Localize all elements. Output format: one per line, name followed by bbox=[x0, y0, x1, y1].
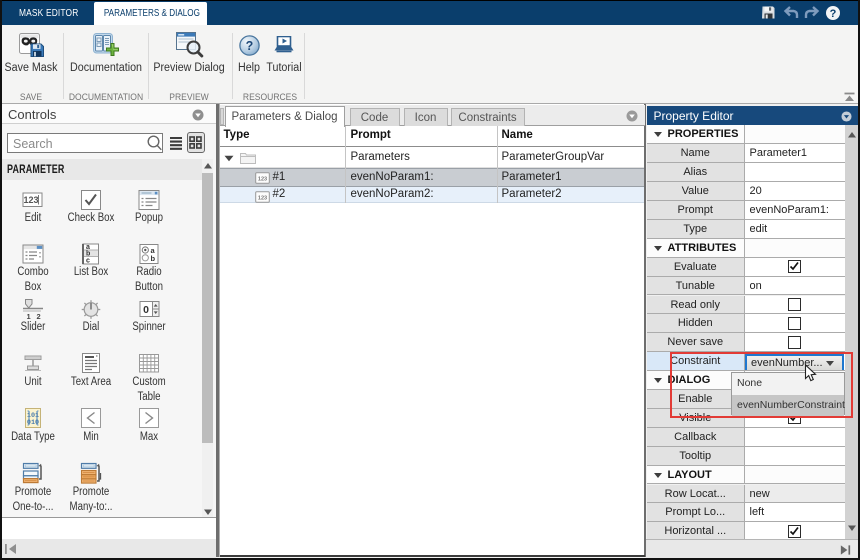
svg-text:c: c bbox=[86, 257, 90, 264]
svg-text:123: 123 bbox=[257, 195, 266, 201]
svg-text:123: 123 bbox=[257, 177, 266, 183]
svg-text:?: ? bbox=[829, 8, 836, 20]
svg-text:b: b bbox=[151, 254, 156, 263]
svg-text:010: 010 bbox=[27, 419, 39, 427]
svg-text:0: 0 bbox=[143, 304, 149, 316]
svg-text:123: 123 bbox=[23, 195, 38, 205]
svg-text:?: ? bbox=[246, 39, 254, 53]
